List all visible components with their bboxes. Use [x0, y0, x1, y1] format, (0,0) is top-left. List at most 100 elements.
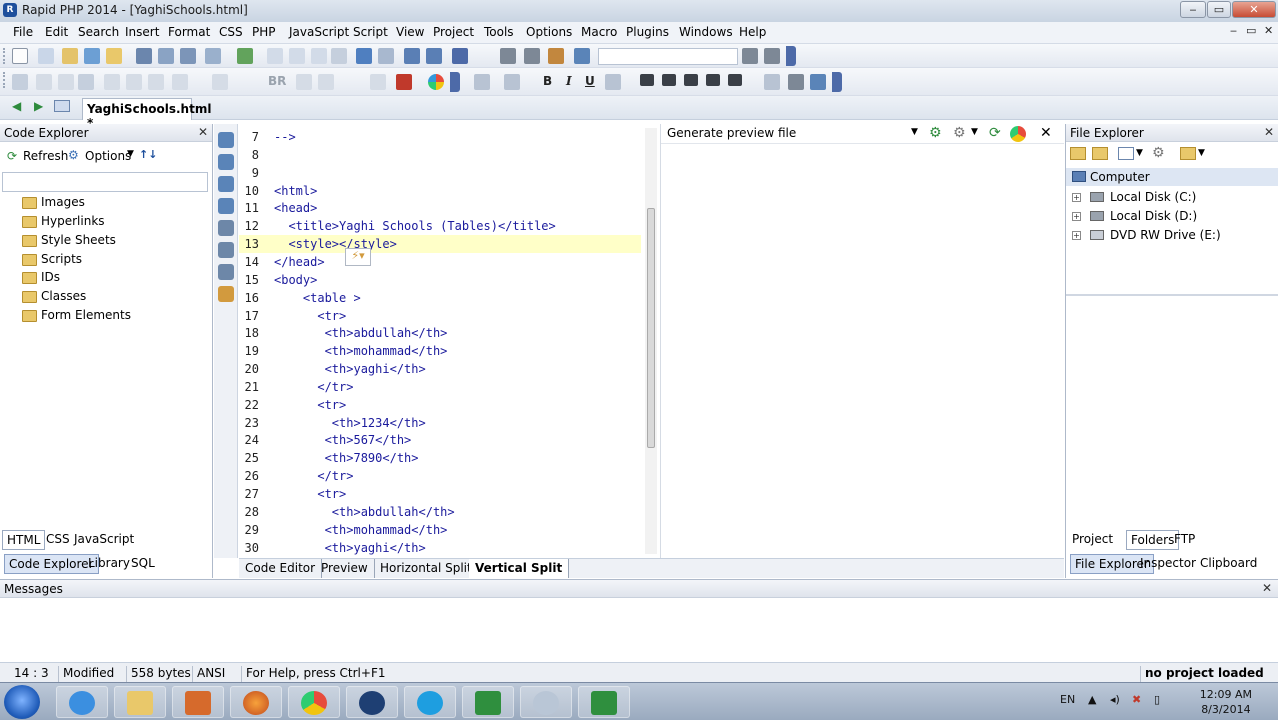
code-line[interactable]: 26 </tr> [239, 467, 641, 485]
expand-icon[interactable]: + [1072, 193, 1081, 202]
replace-icon[interactable] [548, 48, 564, 64]
menu-php[interactable]: PHP [252, 25, 276, 39]
tab-list-icon[interactable] [54, 100, 70, 112]
refresh-button[interactable]: Refresh [23, 149, 68, 163]
taskbar-ie[interactable] [56, 686, 108, 718]
menu-css[interactable]: CSS [219, 25, 243, 39]
code-line[interactable]: 15 <body> [239, 271, 641, 289]
code-line[interactable]: 11 <head> [239, 199, 641, 217]
tree-item-style-sheets[interactable]: Style Sheets [22, 233, 116, 251]
search-prev-icon[interactable] [742, 48, 758, 64]
menu-options[interactable]: Options [526, 25, 572, 39]
preview-refresh-icon[interactable]: ⚙ [929, 125, 942, 141]
copy-file-icon[interactable] [84, 48, 100, 64]
br-button[interactable]: BR [268, 74, 286, 88]
tab-html[interactable]: HTML [2, 530, 46, 550]
tree-item-scripts[interactable]: Scripts [22, 252, 82, 270]
undo-icon[interactable] [356, 48, 372, 64]
tab-sql[interactable]: SQL [127, 554, 159, 574]
paste-icon[interactable] [311, 48, 327, 64]
mdi-close-icon[interactable]: ✕ [1264, 24, 1273, 37]
bracket-icon[interactable] [218, 154, 234, 170]
search-next-icon[interactable] [764, 48, 780, 64]
code-editor[interactable]: 7 --> 8 9 10 <html> 11 <head> 12 <title>Yaghi Sc… [239, 124, 657, 558]
forward-arrow-icon[interactable]: ▶ [34, 99, 43, 113]
taskbar-explorer[interactable] [114, 686, 166, 718]
favorites-folder-icon[interactable] [1180, 147, 1196, 160]
code-line[interactable]: 22 <tr> [239, 396, 641, 414]
tree-item-classes[interactable]: Classes [22, 289, 86, 307]
taskbar-paint[interactable] [520, 686, 572, 718]
underline-button[interactable]: U [585, 74, 595, 88]
box-icon[interactable] [218, 286, 234, 302]
tab-yaghischools[interactable]: YaghiSchools.html * [82, 98, 211, 130]
tree-item-hyperlinks[interactable]: Hyperlinks [22, 214, 105, 232]
edit-icon[interactable] [62, 48, 78, 64]
menu-tools[interactable]: Tools [484, 25, 514, 39]
panel-splitter[interactable] [1066, 294, 1278, 296]
restore-button[interactable]: ▭ [1207, 1, 1231, 18]
menu-plugins[interactable]: Plugins [626, 25, 669, 39]
options-button[interactable]: Options [85, 149, 131, 163]
font-size-icon[interactable] [504, 74, 520, 90]
menu-script[interactable]: Script [353, 25, 388, 39]
editor-vertical-scrollbar[interactable] [645, 128, 657, 554]
preview-settings-icon[interactable]: ⚙ [953, 125, 966, 141]
browser-refresh-icon[interactable]: ⟳ [989, 125, 1001, 141]
code-line[interactable]: 21 </tr> [239, 378, 641, 396]
copy-icon[interactable] [289, 48, 305, 64]
code-line[interactable]: 28 <th>abdullah</th> [239, 503, 641, 521]
numbered-list-icon[interactable] [148, 74, 164, 90]
refresh-icon[interactable]: ⟳ [7, 149, 17, 163]
tab-inspector[interactable]: Inspector [1136, 554, 1200, 574]
new-folder-icon[interactable] [1092, 147, 1108, 160]
image-icon[interactable] [370, 74, 386, 90]
taskbar-firefox[interactable] [230, 686, 282, 718]
goto-icon[interactable] [574, 48, 590, 64]
start-button[interactable] [4, 685, 40, 719]
tab-javascript[interactable]: JavaScript [70, 530, 138, 550]
code-line[interactable]: 10 <html> [239, 182, 641, 200]
expand-icon[interactable]: + [1072, 212, 1081, 221]
save-copy-icon[interactable] [180, 48, 196, 64]
tab-css[interactable]: CSS [42, 530, 74, 550]
binoculars-icon[interactable] [500, 48, 516, 64]
list-icon[interactable] [126, 74, 142, 90]
gear-icon[interactable]: ⚙ [68, 148, 79, 162]
block-icon[interactable] [212, 74, 228, 90]
tab-project[interactable]: Project [1068, 530, 1117, 550]
lightning-action-icon[interactable]: ⚡▾ [345, 248, 371, 266]
code-line[interactable]: 7 --> [239, 128, 641, 146]
toolbar-grip-2[interactable] [3, 72, 7, 88]
save-all-icon[interactable] [158, 48, 174, 64]
save-icon[interactable] [136, 48, 152, 64]
font-icon[interactable] [474, 74, 490, 90]
taskbar-chrome[interactable] [288, 686, 340, 718]
close-messages-icon[interactable]: ✕ [1262, 581, 1272, 595]
code-line[interactable]: 13 <style></style> [239, 235, 641, 254]
close-code-explorer-icon[interactable]: ✕ [198, 125, 208, 139]
bracket-icon-2[interactable] [218, 176, 234, 192]
tab-ftp[interactable]: FTP [1170, 530, 1199, 550]
folder-up-icon[interactable] [1070, 147, 1086, 160]
preview-mode-select[interactable]: Generate preview file [665, 125, 923, 142]
code-explorer-filter-input[interactable] [2, 172, 208, 192]
expand-icon[interactable]: + [1072, 231, 1081, 240]
view-icon[interactable] [1118, 147, 1134, 160]
italic-button[interactable]: I [566, 74, 572, 88]
menu-macro[interactable]: Macro [581, 25, 617, 39]
validate-icon[interactable] [810, 74, 826, 90]
favorites-dropdown-icon[interactable]: ▼ [1198, 148, 1205, 158]
close-window-button[interactable]: ✕ [1232, 1, 1276, 18]
menu-insert[interactable]: Insert [125, 25, 159, 39]
code-line[interactable]: 20 <th>yaghi</th> [239, 360, 641, 378]
strike-icon[interactable] [605, 74, 621, 90]
speech-icon[interactable] [78, 74, 94, 90]
snippet-icon[interactable] [218, 220, 234, 236]
search-combo[interactable] [598, 48, 738, 65]
new-template-icon[interactable] [38, 48, 54, 64]
preview-dropdown-icon[interactable]: ▼ [911, 127, 918, 137]
code-line[interactable]: 29 <th>mohammad</th> [239, 521, 641, 539]
hr-icon[interactable] [58, 74, 74, 90]
battery-icon[interactable]: ▯ [1154, 693, 1160, 706]
